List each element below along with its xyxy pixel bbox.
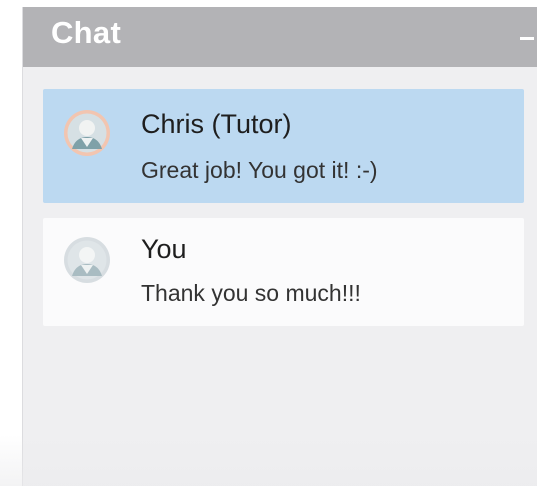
chat-title: Chat [51, 15, 122, 50]
minimize-icon [520, 37, 534, 40]
message-text: Thank you so much!!! [141, 280, 361, 306]
user-avatar-icon [64, 110, 110, 156]
chat-message[interactable]: You Thank you so much!!! [43, 218, 524, 326]
avatar [63, 236, 111, 284]
chat-panel: Chat Chris (Tutor) Great job! You got it… [22, 7, 537, 486]
chat-header: Chat [23, 7, 537, 67]
chat-message[interactable]: Chris (Tutor) Great job! You got it! :-) [43, 89, 524, 203]
message-sender: Chris (Tutor) [141, 109, 292, 139]
chat-window: Chat Chris (Tutor) Great job! You got it… [0, 0, 537, 486]
message-sender: You [141, 234, 187, 264]
bottom-fade [0, 435, 537, 486]
message-text: Great job! You got it! :-) [141, 157, 378, 183]
user-avatar-icon [64, 237, 110, 283]
avatar [63, 109, 111, 157]
minimize-button[interactable] [514, 15, 536, 55]
